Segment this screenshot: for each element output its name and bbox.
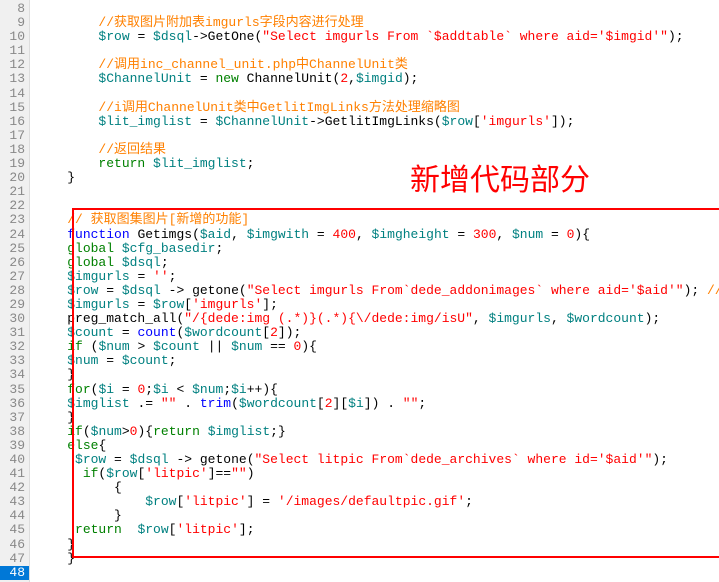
- line-number: 48: [0, 566, 29, 580]
- line-number: 44: [0, 509, 29, 523]
- code-line[interactable]: [36, 185, 719, 199]
- code-line[interactable]: [36, 129, 719, 143]
- line-number: 28: [0, 284, 29, 298]
- code-line[interactable]: $row = $dsql -> getone("Select imgurls F…: [36, 284, 719, 298]
- line-number: 35: [0, 383, 29, 397]
- line-number: 40: [0, 453, 29, 467]
- code-line[interactable]: $lit_imglist = $ChannelUnit->GetlitImgLi…: [36, 115, 719, 129]
- line-number: 23: [0, 213, 29, 227]
- line-number: 46: [0, 538, 29, 552]
- code-line[interactable]: $ChannelUnit = new ChannelUnit(2,$imgid)…: [36, 72, 719, 86]
- line-number: 33: [0, 354, 29, 368]
- code-line[interactable]: $imgurls = $row['imgurls'];: [36, 298, 719, 312]
- line-number: 11: [0, 44, 29, 58]
- line-number: 29: [0, 298, 29, 312]
- code-line[interactable]: }: [36, 171, 719, 185]
- line-number: 25: [0, 242, 29, 256]
- code-line[interactable]: {: [36, 481, 719, 495]
- code-line[interactable]: $row = $dsql -> getone("Select litpic Fr…: [36, 453, 719, 467]
- code-line[interactable]: function Getimgs($aid, $imgwith = 400, $…: [36, 228, 719, 242]
- code-line[interactable]: }: [36, 411, 719, 425]
- code-line[interactable]: [36, 44, 719, 58]
- line-gutter: 8910111213141516171819202122232425262728…: [0, 0, 30, 582]
- code-line[interactable]: $row = $dsql->GetOne("Select imgurls Fro…: [36, 30, 719, 44]
- line-number: 12: [0, 58, 29, 72]
- line-number: 18: [0, 143, 29, 157]
- line-number: 10: [0, 30, 29, 44]
- line-number: 20: [0, 171, 29, 185]
- code-line[interactable]: $imgurls = '';: [36, 270, 719, 284]
- code-line[interactable]: else{: [36, 439, 719, 453]
- code-line[interactable]: }: [36, 538, 719, 552]
- code-line[interactable]: //调用inc_channel_unit.php中ChannelUnit类: [36, 58, 719, 72]
- code-line[interactable]: }: [36, 552, 719, 566]
- code-line[interactable]: // 获取图集图片[新增的功能]: [36, 213, 719, 227]
- code-line[interactable]: global $dsql;: [36, 256, 719, 270]
- line-number: 41: [0, 467, 29, 481]
- code-line[interactable]: $num = $count;: [36, 354, 719, 368]
- code-line[interactable]: if ($num > $count || $num == 0){: [36, 340, 719, 354]
- line-number: 21: [0, 185, 29, 199]
- line-number: 30: [0, 312, 29, 326]
- code-line[interactable]: //获取图片附加表imgurls字段内容进行处理: [36, 16, 719, 30]
- line-number: 45: [0, 523, 29, 537]
- code-line[interactable]: if($row['litpic']==""): [36, 467, 719, 481]
- line-number: 42: [0, 481, 29, 495]
- line-number: 16: [0, 115, 29, 129]
- line-number: 22: [0, 199, 29, 213]
- code-line[interactable]: $row['litpic'] = '/images/defaultpic.gif…: [36, 495, 719, 509]
- line-number: 14: [0, 87, 29, 101]
- line-number: 19: [0, 157, 29, 171]
- code-line[interactable]: [36, 566, 719, 580]
- line-number: 47: [0, 552, 29, 566]
- line-number: 39: [0, 439, 29, 453]
- code-line[interactable]: if($num>0){return $imglist;}: [36, 425, 719, 439]
- line-number: 32: [0, 340, 29, 354]
- line-number: 24: [0, 228, 29, 242]
- line-number: 8: [0, 2, 29, 16]
- line-number: 34: [0, 368, 29, 382]
- line-number: 37: [0, 411, 29, 425]
- code-line[interactable]: [36, 2, 719, 16]
- line-number: 36: [0, 397, 29, 411]
- code-line[interactable]: //返回结果: [36, 143, 719, 157]
- code-line[interactable]: return $lit_imglist;: [36, 157, 719, 171]
- code-line[interactable]: preg_match_all("/{dede:img (.*)}(.*){\/d…: [36, 312, 719, 326]
- line-number: 15: [0, 101, 29, 115]
- line-number: 13: [0, 72, 29, 86]
- code-line[interactable]: [36, 87, 719, 101]
- line-number: 27: [0, 270, 29, 284]
- code-line[interactable]: global $cfg_basedir;: [36, 242, 719, 256]
- code-line[interactable]: for($i = 0;$i < $num;$i++){: [36, 383, 719, 397]
- code-line[interactable]: //i调用ChannelUnit类中GetlitImgLinks方法处理缩略图: [36, 101, 719, 115]
- code-editor: 8910111213141516171819202122232425262728…: [0, 0, 719, 582]
- code-line[interactable]: return $row['litpic'];: [36, 523, 719, 537]
- line-number: 38: [0, 425, 29, 439]
- code-area[interactable]: 新增代码部分 //获取图片附加表imgurls字段内容进行处理 $row = $…: [30, 0, 719, 582]
- code-line[interactable]: $imglist .= "" . trim($wordcount[2][$i])…: [36, 397, 719, 411]
- line-number: 31: [0, 326, 29, 340]
- code-line[interactable]: $count = count($wordcount[2]);: [36, 326, 719, 340]
- line-number: 17: [0, 129, 29, 143]
- line-number: 43: [0, 495, 29, 509]
- code-line[interactable]: }: [36, 509, 719, 523]
- line-number: 9: [0, 16, 29, 30]
- code-line[interactable]: }: [36, 368, 719, 382]
- line-number: 26: [0, 256, 29, 270]
